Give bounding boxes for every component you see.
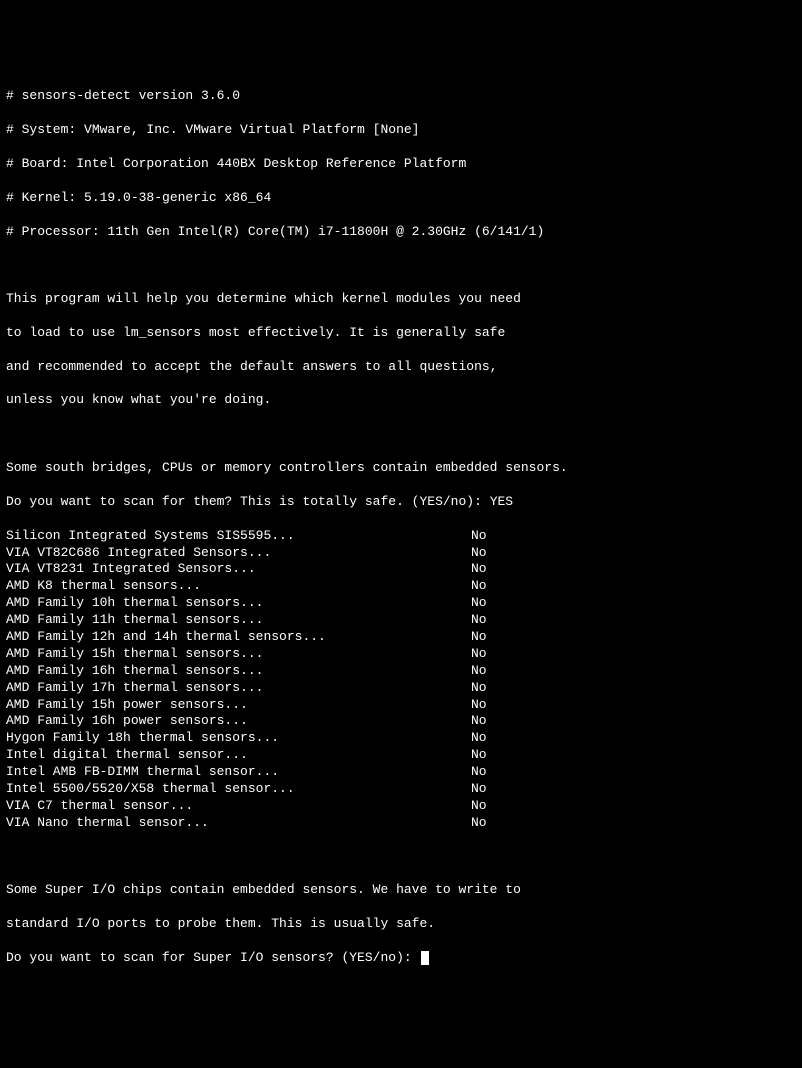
header-kernel: # Kernel: 5.19.0-38-generic x86_64 [6, 190, 796, 207]
scan-result: No [471, 612, 487, 629]
scan-name: Silicon Integrated Systems SIS5595... [6, 528, 471, 545]
scan-row: VIA C7 thermal sensor...No [6, 798, 796, 815]
scan-result: No [471, 545, 487, 562]
scan-name: AMD Family 15h power sensors... [6, 697, 471, 714]
scan-row: AMD Family 16h thermal sensors...No [6, 663, 796, 680]
scan-result: No [471, 528, 487, 545]
scan-result: No [471, 713, 487, 730]
header-board: # Board: Intel Corporation 440BX Desktop… [6, 156, 796, 173]
scan-result: No [471, 764, 487, 781]
scan-name: AMD Family 11h thermal sensors... [6, 612, 471, 629]
header-processor: # Processor: 11th Gen Intel(R) Core(TM) … [6, 224, 796, 241]
scan-result: No [471, 561, 487, 578]
scan-result: No [471, 730, 487, 747]
terminal-output: # sensors-detect version 3.6.0 # System:… [6, 72, 796, 984]
prompt-text: Do you want to scan for Super I/O sensor… [6, 950, 419, 965]
intro-line: to load to use lm_sensors most effective… [6, 325, 796, 342]
scan-row: AMD Family 16h power sensors...No [6, 713, 796, 730]
scan-result: No [471, 629, 487, 646]
scan-name: VIA C7 thermal sensor... [6, 798, 471, 815]
scan-name: AMD Family 16h thermal sensors... [6, 663, 471, 680]
scan-row: AMD K8 thermal sensors...No [6, 578, 796, 595]
scan-result: No [471, 680, 487, 697]
scan-row: Silicon Integrated Systems SIS5595...No [6, 528, 796, 545]
blank-line [6, 426, 796, 443]
scan-result: No [471, 595, 487, 612]
scan-result: No [471, 697, 487, 714]
scan-result: No [471, 798, 487, 815]
scan-row: VIA VT82C686 Integrated Sensors...No [6, 545, 796, 562]
scan-row: Hygon Family 18h thermal sensors...No [6, 730, 796, 747]
scan-results: Silicon Integrated Systems SIS5595...NoV… [6, 528, 796, 832]
scan-name: AMD K8 thermal sensors... [6, 578, 471, 595]
scan-row: AMD Family 15h power sensors...No [6, 697, 796, 714]
header-system: # System: VMware, Inc. VMware Virtual Pl… [6, 122, 796, 139]
scan-name: Intel digital thermal sensor... [6, 747, 471, 764]
scan-name: VIA Nano thermal sensor... [6, 815, 471, 832]
blank-line [6, 849, 796, 866]
scan-row: Intel 5500/5520/X58 thermal sensor...No [6, 781, 796, 798]
scan-result: No [471, 663, 487, 680]
scan-row: VIA Nano thermal sensor...No [6, 815, 796, 832]
blank-line [6, 257, 796, 274]
scan-name: AMD Family 10h thermal sensors... [6, 595, 471, 612]
scan-row: Intel AMB FB-DIMM thermal sensor...No [6, 764, 796, 781]
scan-name: AMD Family 16h power sensors... [6, 713, 471, 730]
intro-line: and recommended to accept the default an… [6, 359, 796, 376]
header-version: # sensors-detect version 3.6.0 [6, 88, 796, 105]
scan-row: VIA VT8231 Integrated Sensors...No [6, 561, 796, 578]
scan-row: AMD Family 17h thermal sensors...No [6, 680, 796, 697]
scan-name: AMD Family 15h thermal sensors... [6, 646, 471, 663]
prompt-line[interactable]: Do you want to scan for Super I/O sensor… [6, 950, 796, 967]
scan-name: Intel AMB FB-DIMM thermal sensor... [6, 764, 471, 781]
scan-result: No [471, 578, 487, 595]
cursor-icon [421, 951, 429, 965]
scan-result: No [471, 815, 487, 832]
section-desc: Some south bridges, CPUs or memory contr… [6, 460, 796, 477]
intro-line: unless you know what you're doing. [6, 392, 796, 409]
scan-row: AMD Family 10h thermal sensors...No [6, 595, 796, 612]
scan-row: AMD Family 12h and 14h thermal sensors..… [6, 629, 796, 646]
scan-result: No [471, 646, 487, 663]
scan-name: Intel 5500/5520/X58 thermal sensor... [6, 781, 471, 798]
intro-line: This program will help you determine whi… [6, 291, 796, 308]
scan-row: Intel digital thermal sensor...No [6, 747, 796, 764]
scan-result: No [471, 747, 487, 764]
prompt-text: Do you want to scan for them? This is to… [6, 494, 490, 509]
scan-result: No [471, 781, 487, 798]
scan-name: Hygon Family 18h thermal sensors... [6, 730, 471, 747]
scan-name: VIA VT82C686 Integrated Sensors... [6, 545, 471, 562]
scan-name: AMD Family 12h and 14h thermal sensors..… [6, 629, 471, 646]
section-desc: Some Super I/O chips contain embedded se… [6, 882, 796, 899]
scan-row: AMD Family 15h thermal sensors...No [6, 646, 796, 663]
prompt-line: Do you want to scan for them? This is to… [6, 494, 796, 511]
scan-name: AMD Family 17h thermal sensors... [6, 680, 471, 697]
scan-row: AMD Family 11h thermal sensors...No [6, 612, 796, 629]
prompt-answer: YES [490, 494, 513, 509]
scan-name: VIA VT8231 Integrated Sensors... [6, 561, 471, 578]
section-desc: standard I/O ports to probe them. This i… [6, 916, 796, 933]
